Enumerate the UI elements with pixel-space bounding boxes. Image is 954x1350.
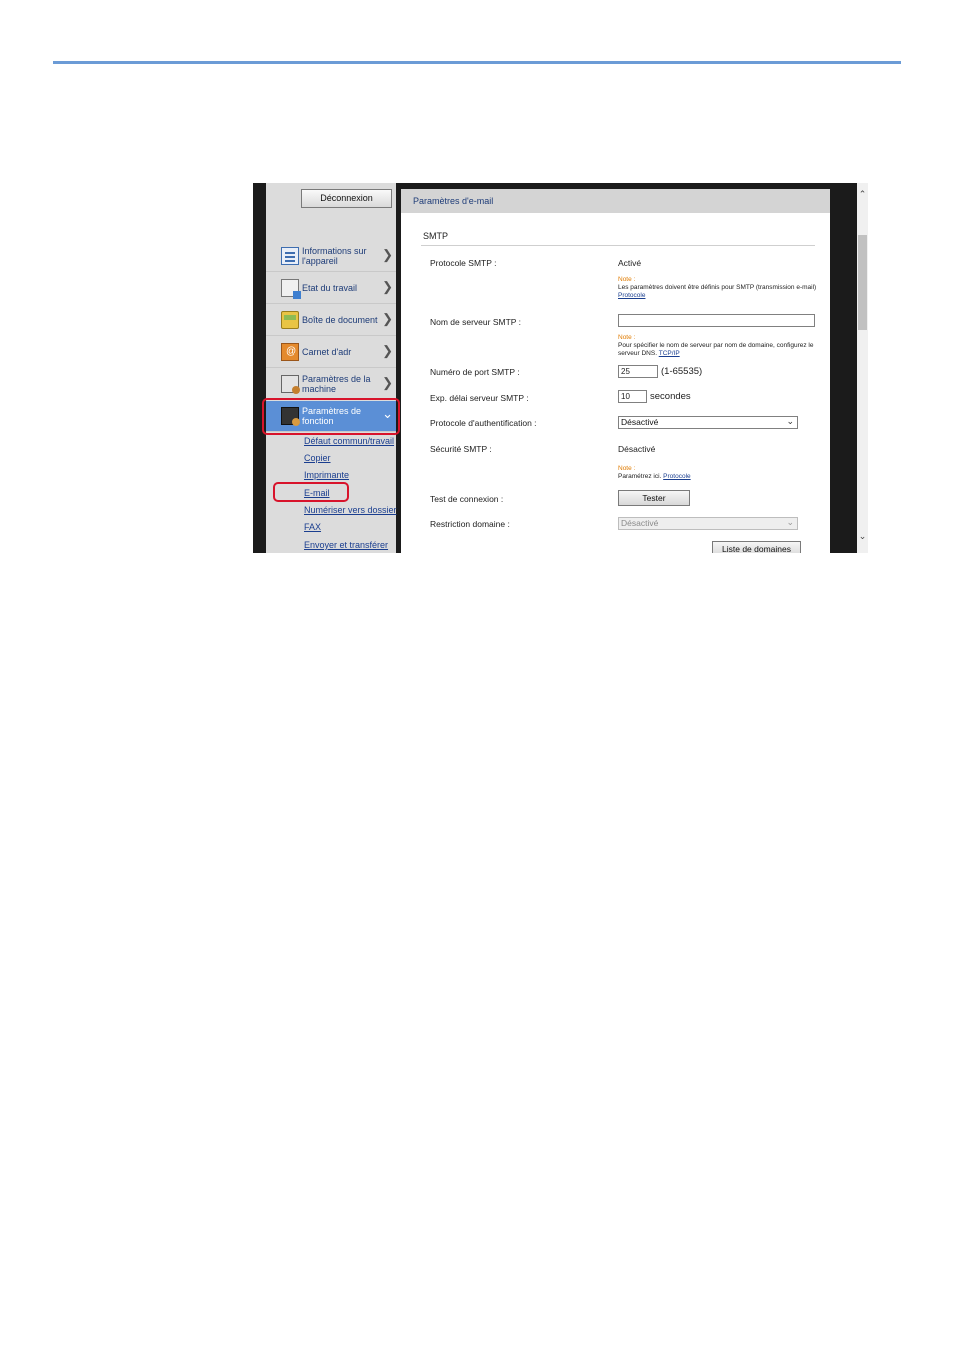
sub-link-send-forward[interactable]: Envoyer et transférer — [304, 540, 388, 550]
document-box-icon — [281, 311, 299, 329]
panel-header: Paramètres d'e-mail — [401, 189, 830, 213]
smtp-timeout-label: Exp. délai serveur SMTP : — [430, 393, 529, 403]
domain-restriction-value: Désactivé — [621, 518, 659, 528]
smtp-timeout-input[interactable]: 10 — [618, 390, 647, 403]
auth-protocol-label: Protocole d'authentification : — [430, 418, 537, 428]
smtp-port-input[interactable]: 25 — [618, 365, 658, 378]
sidebar-item-job-status[interactable]: Etat du travail ❯ — [266, 273, 396, 304]
sidebar-item-address-book[interactable]: Carnet d'adr ❯ — [266, 337, 396, 368]
chevron-down-icon: ⌄ — [786, 416, 794, 426]
address-book-icon — [281, 343, 299, 361]
smtp-port-label: Numéro de port SMTP : — [430, 367, 520, 377]
sub-link-copy[interactable]: Copier — [304, 453, 331, 463]
vertical-scrollbar[interactable]: ⌃ ⌄ — [857, 183, 868, 553]
section-title: SMTP — [423, 231, 449, 241]
sidebar-item-device-info[interactable]: Informations sur l'appareil ❯ — [266, 241, 396, 272]
auth-protocol-value: Désactivé — [621, 417, 659, 427]
note-dns: Note : Pour spécifier le nom de serveur … — [618, 334, 818, 358]
smtp-protocol-label: Protocole SMTP : — [430, 258, 497, 268]
note-smtp: Note : Les paramètres doivent être défin… — [618, 276, 818, 300]
sidebar-item-label: Paramètres de la machine — [302, 374, 371, 394]
domain-list-button[interactable]: Liste de domaines — [712, 541, 801, 553]
sidebar-item-label: Informations sur l'appareil — [302, 246, 367, 266]
chevron-right-icon: ❯ — [382, 247, 393, 262]
note-text: Paramétrez ici. — [618, 473, 662, 480]
sidebar-item-label: Etat du travail — [302, 283, 358, 293]
section-divider — [421, 245, 815, 246]
domain-restriction-label: Restriction domaine : — [430, 519, 510, 529]
note-text: Pour spécifier le nom de serveur par nom… — [618, 342, 814, 357]
sub-link-scan-to-folder[interactable]: Numériser vers dossier — [304, 505, 397, 515]
test-button[interactable]: Tester — [618, 490, 690, 506]
sidebar-item-label: Boîte de document — [302, 315, 378, 325]
connection-test-label: Test de connexion : — [430, 494, 504, 504]
note-text: Les paramètres doivent être définis pour… — [618, 284, 817, 291]
main-panel: Paramètres d'e-mail SMTP Protocole SMTP … — [401, 189, 830, 553]
sub-link-default-common[interactable]: Défaut commun/travail — [304, 436, 394, 446]
smtp-protocol-value: Activé — [618, 258, 642, 268]
page-title: Paramètres d'e-mail — [413, 196, 494, 206]
sidebar-item-machine-settings[interactable]: Paramètres de la machine ❯ — [266, 369, 396, 400]
smtp-timeout-unit: secondes — [650, 391, 691, 402]
logout-button[interactable]: Déconnexion — [301, 189, 392, 208]
auth-protocol-select[interactable]: Désactivé ⌄ — [618, 416, 798, 429]
job-status-icon — [281, 279, 301, 299]
smtp-security-value: Désactivé — [618, 444, 656, 454]
domain-restriction-select[interactable]: Désactivé ⌄ — [618, 517, 798, 530]
highlight-function-settings — [262, 398, 400, 435]
protocol-link[interactable]: Protocole — [663, 473, 690, 480]
sidebar: Déconnexion Informations sur l'appareil … — [262, 183, 400, 553]
smtp-server-name-label: Nom de serveur SMTP : — [430, 317, 522, 327]
chevron-down-icon: ⌄ — [786, 517, 794, 527]
page-top-rule — [53, 61, 901, 64]
note-title: Note : — [618, 334, 636, 341]
highlight-email-link — [273, 482, 349, 502]
note-title: Note : — [618, 276, 636, 283]
browser-screenshot: Déconnexion Informations sur l'appareil … — [253, 183, 868, 553]
machine-settings-icon — [281, 375, 300, 394]
smtp-port-range: (1-65535) — [661, 366, 703, 377]
chevron-right-icon: ❯ — [382, 375, 393, 390]
sidebar-item-label: Carnet d'adr — [302, 347, 352, 357]
chevron-right-icon: ❯ — [382, 311, 393, 326]
scroll-up-icon[interactable]: ⌃ — [857, 189, 868, 200]
chevron-right-icon: ❯ — [382, 279, 393, 294]
sub-link-printer[interactable]: Imprimante — [304, 470, 349, 480]
scroll-down-icon[interactable]: ⌄ — [857, 531, 868, 542]
sub-link-fax[interactable]: FAX — [304, 522, 321, 532]
chevron-right-icon: ❯ — [382, 343, 393, 358]
note-security: Note : Paramétrez ici. Protocole — [618, 465, 818, 481]
tcpip-link[interactable]: TCP/IP — [659, 350, 680, 357]
sidebar-item-document-box[interactable]: Boîte de document ❯ — [266, 305, 396, 336]
smtp-server-name-input[interactable] — [618, 314, 815, 327]
scroll-thumb[interactable] — [858, 235, 867, 330]
note-title: Note : — [618, 465, 636, 472]
device-info-icon — [281, 247, 299, 265]
protocol-link[interactable]: Protocole — [618, 292, 645, 299]
smtp-security-label: Sécurité SMTP : — [430, 444, 492, 454]
